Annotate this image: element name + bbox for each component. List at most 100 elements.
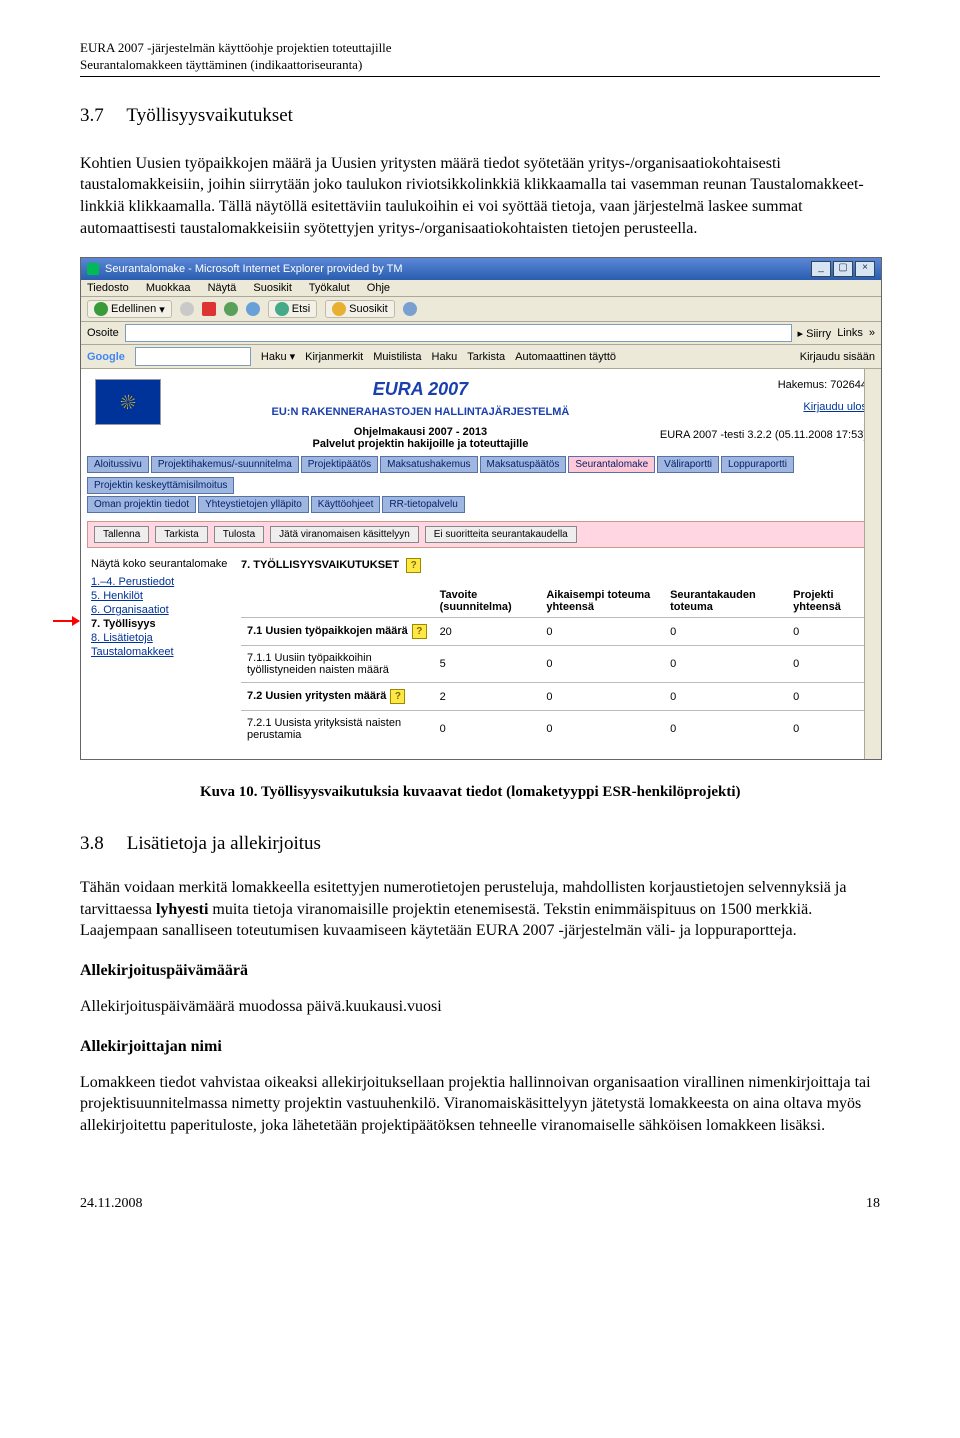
help-icon[interactable]: ? xyxy=(406,558,421,573)
tab-yhteystiedot[interactable]: Yhteystietojen ylläpito xyxy=(198,496,309,513)
eu-flag-icon xyxy=(95,379,161,425)
tab-maksatushakemus[interactable]: Maksatushakemus xyxy=(380,456,477,473)
favorites-button[interactable]: Suosikit xyxy=(325,300,395,318)
submit-button[interactable]: Jätä viranomaisen käsittelyyn xyxy=(270,526,419,543)
search-label: Etsi xyxy=(292,303,310,315)
page-footer: 24.11.2008 18 xyxy=(80,1196,880,1212)
tab-oman-projektin-tiedot[interactable]: Oman projektin tiedot xyxy=(87,496,196,513)
app-title: EURA 2007 xyxy=(181,379,660,400)
section-3-7-heading: 3.7 Työllisyysvaikutukset xyxy=(80,105,880,127)
tab-rr-tietopalvelu[interactable]: RR-tietopalvelu xyxy=(382,496,464,513)
tab-seurantalomake[interactable]: Seurantalomake xyxy=(568,456,655,473)
tab-kayttoohjeet[interactable]: Käyttöohjeet xyxy=(311,496,381,513)
stop-icon[interactable] xyxy=(202,302,216,316)
cell-value: 0 xyxy=(540,683,664,711)
doc-header-line1: EURA 2007 -järjestelmän käyttöohje proje… xyxy=(80,40,880,57)
go-button[interactable]: ▸ Siirry xyxy=(798,327,832,340)
menu-item[interactable]: Työkalut xyxy=(309,282,350,294)
menu-item[interactable]: Näytä xyxy=(208,282,237,294)
sidenav-item-organisaatiot[interactable]: 6. Organisaatiot xyxy=(91,604,241,616)
history-icon[interactable] xyxy=(403,302,417,316)
cell-value: 0 xyxy=(664,683,787,711)
google-toolbar-item[interactable]: Automaattinen täyttö xyxy=(515,351,616,363)
row-label[interactable]: 7.2 Uusien yritysten määrä xyxy=(247,690,386,702)
window-close-button[interactable]: × xyxy=(855,261,875,277)
bold-lyhyesti: lyhyesti xyxy=(156,901,208,918)
google-toolbar-item[interactable]: Muistilista xyxy=(373,351,421,363)
help-icon[interactable]: ? xyxy=(412,624,427,639)
chevron-right-icon[interactable]: » xyxy=(869,327,875,339)
print-button[interactable]: Tulosta xyxy=(214,526,264,543)
sidenav-item-henkilot[interactable]: 5. Henkilöt xyxy=(91,590,241,602)
ie-address-bar: Osoite ▸ Siirry Links » xyxy=(81,322,881,345)
tab-aloitussivu[interactable]: Aloitussivu xyxy=(87,456,149,473)
cell-value: 0 xyxy=(540,646,664,683)
tab-maksatuspaatos[interactable]: Maksatuspäätös xyxy=(480,456,567,473)
refresh-icon[interactable] xyxy=(224,302,238,316)
section-3-8-heading: 3.8 Lisätietoja ja allekirjoitus xyxy=(80,833,880,855)
table-row: 7.1 Uusien työpaikkojen määrä? 20 0 0 0 xyxy=(241,618,871,646)
cell-value: 2 xyxy=(434,683,541,711)
action-bar: Tallenna Tarkista Tulosta Jätä viranomai… xyxy=(87,521,875,548)
hakemus-number: Hakemus: 702644 xyxy=(660,379,867,391)
main-tabs-row1: Aloitussivu Projektihakemus/-suunnitelma… xyxy=(81,456,881,496)
footer-date: 24.11.2008 xyxy=(80,1196,142,1212)
google-toolbar-item[interactable]: Haku xyxy=(432,351,458,363)
vertical-scrollbar[interactable] xyxy=(864,369,881,759)
google-toolbar-item[interactable]: Tarkista xyxy=(467,351,505,363)
app-subtitle-3: Palvelut projektin hakijoille ja toteutt… xyxy=(181,438,660,450)
logout-link[interactable]: Kirjaudu ulos xyxy=(660,401,867,413)
google-toolbar-item[interactable]: Kirjanmerkit xyxy=(305,351,363,363)
ie-toolbar: Edellinen ▾ Etsi Suosikit xyxy=(81,297,881,322)
google-search-input[interactable] xyxy=(135,347,251,366)
back-arrow-icon xyxy=(94,302,108,316)
cell-value: 0 xyxy=(787,618,871,646)
help-icon[interactable]: ? xyxy=(390,689,405,704)
window-minimize-button[interactable]: _ xyxy=(811,261,831,277)
cell-value: 0 xyxy=(434,711,541,748)
cell-value: 0 xyxy=(787,711,871,748)
row-label: 7.1.1 Uusiin työpaikkoihin työllistyneid… xyxy=(247,652,389,676)
menu-item[interactable]: Ohje xyxy=(367,282,390,294)
menu-item[interactable]: Tiedosto xyxy=(87,282,129,294)
address-input[interactable] xyxy=(125,324,792,342)
no-outputs-button[interactable]: Ei suoritteita seurantakaudella xyxy=(425,526,577,543)
cell-value: 0 xyxy=(664,711,787,748)
cell-value: 20 xyxy=(434,618,541,646)
window-maximize-button[interactable]: ▢ xyxy=(833,261,853,277)
google-signin-button[interactable]: Kirjaudu sisään xyxy=(800,351,875,363)
home-icon[interactable] xyxy=(246,302,260,316)
ie-window-title: Seurantalomake - Microsoft Internet Expl… xyxy=(105,263,403,275)
search-button[interactable]: Etsi xyxy=(268,300,317,318)
menu-item[interactable]: Muokkaa xyxy=(146,282,191,294)
sidenav-item-lisatietoja[interactable]: 8. Lisätietoja xyxy=(91,632,241,644)
menu-item[interactable]: Suosikit xyxy=(253,282,292,294)
footer-page-number: 18 xyxy=(866,1196,880,1212)
forward-arrow-icon[interactable] xyxy=(180,302,194,316)
tab-projektihakemus[interactable]: Projektihakemus/-suunnitelma xyxy=(151,456,299,473)
back-label: Edellinen xyxy=(111,303,156,315)
favorites-label: Suosikit xyxy=(349,303,388,315)
cell-value: 5 xyxy=(434,646,541,683)
table-row: 7.2.1 Uusista yrityksistä naisten perust… xyxy=(241,711,871,748)
sidenav-item-perustiedot[interactable]: 1.–4. Perustiedot xyxy=(91,576,241,588)
row-label[interactable]: 7.1 Uusien työpaikkojen määrä xyxy=(247,625,408,637)
links-label[interactable]: Links xyxy=(837,327,863,339)
check-button[interactable]: Tarkista xyxy=(155,526,207,543)
table-header-aikaisempi: Aikaisempi toteuma yhteensä xyxy=(540,585,664,618)
tab-projektipaatos[interactable]: Projektipäätös xyxy=(301,456,378,473)
back-button[interactable]: Edellinen ▾ xyxy=(87,300,172,318)
save-button[interactable]: Tallenna xyxy=(94,526,149,543)
app-subtitle-2: Ohjelmakausi 2007 - 2013 xyxy=(181,426,660,438)
sidenav-item-taustalomakkeet[interactable]: Taustalomakkeet xyxy=(91,646,241,658)
section-title: Lisätietoja ja allekirjoitus xyxy=(127,833,321,854)
tab-loppuraportti[interactable]: Loppuraportti xyxy=(721,456,794,473)
table-header-tavoite: Tavoite (suunnitelma) xyxy=(434,585,541,618)
sidenav-item-tyollisyys-current: 7. Työllisyys xyxy=(91,618,241,630)
cell-value: 0 xyxy=(664,646,787,683)
section-number: 3.8 xyxy=(80,833,122,855)
tab-valiraportti[interactable]: Väliraportti xyxy=(657,456,719,473)
figure-caption: Kuva 10. Työllisyysvaikutuksia kuvaavat … xyxy=(200,784,880,801)
tab-keskeyttamisilmoitus[interactable]: Projektin keskeyttämisilmoitus xyxy=(87,477,234,494)
google-search-button[interactable]: Haku ▾ xyxy=(261,350,295,363)
